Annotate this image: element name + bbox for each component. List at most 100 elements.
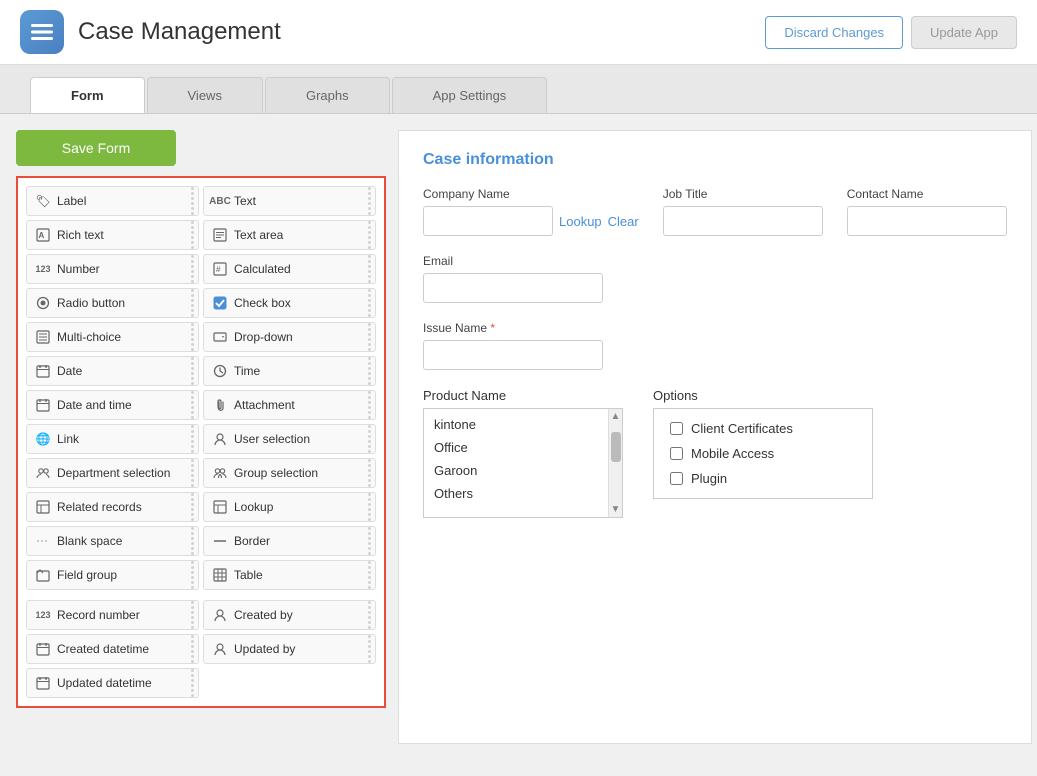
option-mobile-access-label: Mobile Access (691, 446, 774, 461)
component-time[interactable]: Time (203, 356, 376, 386)
product-option-garoon[interactable]: Garoon (424, 459, 622, 482)
company-name-field: Company Name Lookup Clear (423, 187, 639, 236)
email-field: Email (423, 254, 603, 303)
component-border[interactable]: Border (203, 526, 376, 556)
company-name-input-group: Lookup Clear (423, 206, 639, 236)
app-logo (20, 10, 64, 54)
recnum-icon: 123 (35, 607, 51, 623)
table-icon (212, 567, 228, 583)
clear-button[interactable]: Clear (608, 214, 639, 229)
related-icon (35, 499, 51, 515)
product-option-office[interactable]: Office (424, 436, 622, 459)
textarea-icon (212, 227, 228, 243)
component-label[interactable]: 🏷 Label (26, 186, 199, 216)
tab-views[interactable]: Views (147, 77, 263, 113)
date-icon (35, 363, 51, 379)
component-group-selection[interactable]: Group selection (203, 458, 376, 488)
company-name-input[interactable] (423, 206, 553, 236)
component-lookup[interactable]: Lookup (203, 492, 376, 522)
discard-changes-button[interactable]: Discard Changes (765, 16, 903, 49)
component-number[interactable]: 123 Number (26, 254, 199, 284)
tab-app-settings[interactable]: App Settings (392, 77, 548, 113)
scroll-thumb (611, 432, 621, 462)
issue-name-label: Issue Name * (423, 321, 603, 335)
tab-form[interactable]: Form (30, 77, 145, 113)
issue-name-input[interactable] (423, 340, 603, 370)
svg-text:A: A (39, 231, 45, 240)
product-name-label: Product Name (423, 388, 623, 403)
header-actions: Discard Changes Update App (765, 16, 1017, 49)
option-client-certificates-checkbox[interactable] (670, 422, 683, 435)
component-link[interactable]: 🌐 Link (26, 424, 199, 454)
product-name-select[interactable]: kintone Office Garoon Others ▲ ▼ (423, 408, 623, 518)
component-dept-selection[interactable]: Department selection (26, 458, 199, 488)
required-mark: * (490, 321, 495, 335)
component-user-selection[interactable]: User selection (203, 424, 376, 454)
component-updated-datetime[interactable]: Updated datetime (26, 668, 199, 698)
text-icon: ABC (212, 193, 228, 209)
lookup-button[interactable]: Lookup (559, 214, 602, 229)
border-icon (212, 533, 228, 549)
dropdown-icon (212, 329, 228, 345)
contact-name-input[interactable] (847, 206, 1007, 236)
component-created-by[interactable]: Created by (203, 600, 376, 630)
form-section-title: Case information (423, 151, 1007, 169)
component-multi-choice[interactable]: Multi-choice (26, 322, 199, 352)
component-text[interactable]: ABC Text (203, 186, 376, 216)
component-created-datetime[interactable]: Created datetime (26, 634, 199, 664)
scroll-down-arrow[interactable]: ▼ (609, 502, 623, 517)
company-name-label: Company Name (423, 187, 639, 201)
component-datetime[interactable]: Date and time (26, 390, 199, 420)
job-title-input[interactable] (663, 206, 823, 236)
scroll-up-arrow[interactable]: ▲ (609, 409, 623, 424)
component-table[interactable]: Table (203, 560, 376, 590)
option-mobile-access-row: Mobile Access (670, 446, 856, 461)
option-plugin-row: Plugin (670, 471, 856, 486)
update-app-button[interactable]: Update App (911, 16, 1017, 49)
component-record-number[interactable]: 123 Record number (26, 600, 199, 630)
issue-name-field: Issue Name * (423, 321, 603, 370)
form-row-1: Company Name Lookup Clear Job Title Cont… (423, 187, 1007, 236)
form-row-4: Product Name kintone Office Garoon Other… (423, 388, 1007, 518)
component-dropdown[interactable]: Drop-down (203, 322, 376, 352)
component-checkbox[interactable]: Check box (203, 288, 376, 318)
save-form-button[interactable]: Save Form (16, 130, 176, 166)
user-icon (212, 431, 228, 447)
calc-icon: # (212, 261, 228, 277)
select-scrollbar[interactable]: ▲ ▼ (608, 409, 622, 517)
email-input[interactable] (423, 273, 603, 303)
createdby-icon (212, 607, 228, 623)
lookup-icon (212, 499, 228, 515)
product-options-list: kintone Office Garoon Others (424, 409, 622, 509)
form-row-2: Email (423, 254, 1007, 303)
component-attachment[interactable]: Attachment (203, 390, 376, 420)
option-plugin-checkbox[interactable] (670, 472, 683, 485)
component-text-area[interactable]: Text area (203, 220, 376, 250)
main-area: Save Form 🏷 Label ABC Text A (0, 114, 1037, 760)
component-field-group[interactable]: Field group (26, 560, 199, 590)
email-label: Email (423, 254, 603, 268)
contact-name-label: Contact Name (847, 187, 1007, 201)
component-updated-by[interactable]: Updated by (203, 634, 376, 664)
checkbox-icon (212, 295, 228, 311)
createddt-icon (35, 641, 51, 657)
component-blank-space[interactable]: Blank space (26, 526, 199, 556)
components-grid: 🏷 Label ABC Text A Rich text (26, 186, 376, 590)
product-option-kintone[interactable]: kintone (424, 413, 622, 436)
tabs-bar: Form Views Graphs App Settings (0, 65, 1037, 114)
product-option-others[interactable]: Others (424, 482, 622, 505)
updatedby-icon (212, 641, 228, 657)
job-title-label: Job Title (663, 187, 823, 201)
tab-graphs[interactable]: Graphs (265, 77, 390, 113)
component-calculated[interactable]: # Calculated (203, 254, 376, 284)
option-mobile-access-checkbox[interactable] (670, 447, 683, 460)
left-panel: Save Form 🏷 Label ABC Text A (16, 130, 386, 744)
datetime-icon (35, 397, 51, 413)
component-date[interactable]: Date (26, 356, 199, 386)
component-radio[interactable]: Radio button (26, 288, 199, 318)
multichoice-icon (35, 329, 51, 345)
dept-icon (35, 465, 51, 481)
component-related-records[interactable]: Related records (26, 492, 199, 522)
component-rich-text[interactable]: A Rich text (26, 220, 199, 250)
contact-name-field: Contact Name (847, 187, 1007, 236)
